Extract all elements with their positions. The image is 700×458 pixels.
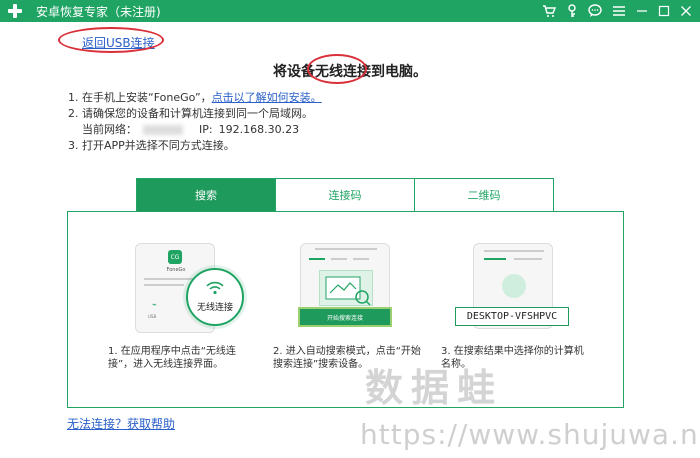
decor-line	[144, 278, 194, 280]
search-radar-icon	[502, 274, 526, 298]
cart-icon[interactable]	[542, 4, 556, 18]
key-icon[interactable]	[566, 4, 578, 18]
watermark-text: 数据蛙	[365, 366, 504, 410]
device-name-result: DESKTOP-VFSHPVC	[455, 307, 569, 326]
decor-line	[331, 258, 347, 260]
step-1: 1. 在手机上安装“FoneGo”， 点击以了解如何安装。	[68, 90, 322, 106]
decor-line	[484, 258, 506, 260]
maximize-icon[interactable]	[658, 4, 670, 18]
tab-search[interactable]: 搜索	[137, 179, 276, 211]
tab-connection-code[interactable]: 连接码	[276, 179, 415, 211]
page-heading: 将设备无线连接到电脑。	[273, 64, 427, 80]
start-search-button: 开始搜索连接	[298, 307, 392, 327]
decor-line	[353, 258, 369, 260]
caption-step-1: 1. 在应用程序中点击“无线连接”，进入无线连接界面。	[108, 346, 236, 370]
usb-mini-label: USB	[148, 314, 157, 319]
step-2: 2. 请确保您的设备和计算机连接到同一个局域网。	[68, 106, 322, 122]
watermark-url: https://www.shujuwa.net	[360, 418, 700, 451]
decor-line	[309, 258, 325, 260]
app-logo-icon	[6, 2, 24, 20]
step-2-text: 请确保您的设备和计算机连接到同一个局域网。	[82, 107, 313, 120]
usb-icon: ⌁	[152, 300, 157, 309]
title-bar: 安卓恢复专家（未注册)	[0, 0, 700, 22]
step-3: 3. 打开APP并选择不同方式连接。	[68, 138, 322, 154]
network-label: 当前网络：	[82, 123, 137, 136]
step-number: 1.	[68, 91, 79, 104]
connection-method-tabs: 搜索 连接码 二维码	[136, 178, 554, 212]
wifi-icon	[205, 281, 225, 298]
ip-label: IP:	[199, 123, 213, 136]
fonego-logo-icon: CG	[168, 250, 182, 264]
window-title: 安卓恢复专家（未注册)	[36, 4, 161, 19]
ip-value: 192.168.30.23	[218, 123, 300, 136]
connection-help-link[interactable]: 无法连接？获取帮助	[67, 415, 175, 432]
decor-line	[315, 248, 377, 250]
minimize-icon[interactable]	[636, 4, 648, 18]
decor-line	[514, 258, 542, 260]
title-bar-controls	[542, 0, 692, 22]
computer-screen-art	[319, 270, 373, 306]
decor-line	[484, 250, 544, 252]
close-icon[interactable]	[680, 4, 692, 18]
wireless-connect-label: 无线连接	[196, 303, 233, 313]
chat-icon[interactable]	[588, 4, 602, 18]
network-info: 当前网络： IP: 192.168.30.23	[68, 122, 322, 138]
step-1-text: 在手机上安装“FoneGo”，	[82, 91, 212, 104]
menu-icon[interactable]	[612, 4, 626, 18]
search-tab-panel: CG FoneGo ⌁ USB 无线连接 开始搜索连接 DESKTOP-VFSH…	[67, 212, 624, 408]
step-number: 2.	[68, 107, 79, 120]
step-3-text: 打开APP并选择不同方式连接。	[82, 139, 235, 152]
network-name-redacted	[143, 125, 183, 135]
decor-line	[144, 284, 184, 286]
wireless-connect-highlight: 无线连接	[186, 268, 244, 326]
install-help-link[interactable]: 点击以了解如何安装。	[212, 90, 322, 106]
step-number: 3.	[68, 139, 79, 152]
tab-qr-code[interactable]: 二维码	[415, 179, 553, 211]
instruction-steps: 1. 在手机上安装“FoneGo”， 点击以了解如何安装。 2. 请确保您的设备…	[68, 90, 322, 154]
back-to-usb-link[interactable]: 返回USB连接	[82, 34, 155, 51]
